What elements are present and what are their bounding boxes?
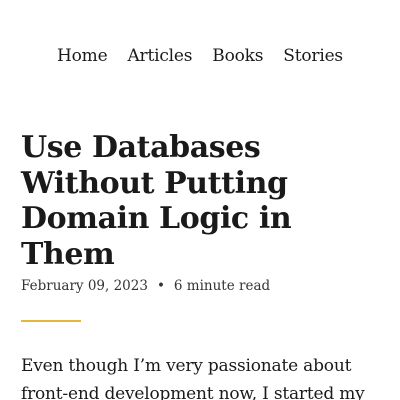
- article-date: February 09, 2023: [21, 278, 148, 294]
- read-time: 6 minute read: [173, 278, 271, 294]
- main-nav: Home Articles Books Stories: [0, 44, 400, 68]
- nav-link-home[interactable]: Home: [57, 44, 108, 68]
- nav-link-articles[interactable]: Articles: [127, 44, 192, 68]
- article-meta: February 09, 2023 • 6 minute read: [21, 277, 270, 295]
- page: Home Articles Books Stories Use Database…: [0, 0, 400, 400]
- article-body-intro: Even though I’m very passionate about fr…: [21, 356, 365, 400]
- nav-link-stories[interactable]: Stories: [283, 44, 343, 68]
- accent-divider: [21, 320, 81, 322]
- meta-separator: •: [156, 278, 165, 294]
- article-title: Use Databases Without Putting Domain Log…: [21, 130, 292, 272]
- nav-link-books[interactable]: Books: [212, 44, 263, 68]
